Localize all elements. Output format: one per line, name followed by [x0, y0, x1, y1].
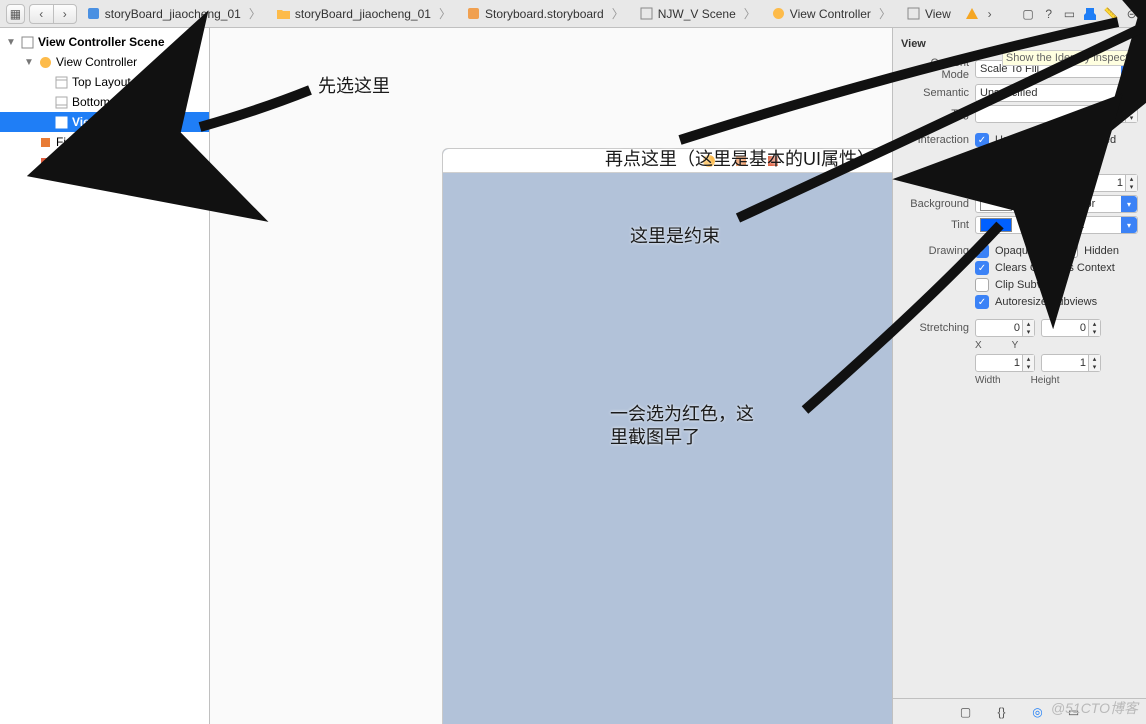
device-view[interactable] [442, 148, 893, 724]
vc-icon [772, 7, 786, 21]
connections-inspector-tab[interactable]: ⊝ [1123, 3, 1140, 25]
scene-dock [443, 149, 893, 173]
first-responder-icon[interactable] [734, 154, 748, 168]
code-snippet-tab[interactable]: {} [991, 701, 1013, 723]
breadcrumb-view[interactable]: View [901, 7, 957, 21]
outline-exit[interactable]: Exit [0, 152, 209, 172]
label-stretching: Stretching [901, 322, 969, 334]
label-semantic: Semantic [901, 87, 969, 99]
folder-icon [277, 7, 291, 21]
file-inspector-tab[interactable]: ▢ [1020, 3, 1037, 25]
label-interaction: Interaction [901, 134, 969, 146]
label-tint: Tint [901, 219, 969, 231]
outline-view[interactable]: View [0, 112, 209, 132]
multiple-touch-checkbox[interactable] [975, 150, 989, 164]
stretch-w-field[interactable]: 1▴▾ [975, 354, 1035, 372]
opaque-checkbox[interactable]: ✓ [975, 244, 989, 258]
outline-vc[interactable]: ▼View Controller [0, 52, 209, 72]
hidden-checkbox[interactable] [1064, 244, 1078, 258]
stepper-icon[interactable]: ▴▾ [1088, 355, 1100, 371]
outline-bottom-guide[interactable]: Bottom Layout… [0, 92, 209, 112]
object-library-tab[interactable]: ◎ [1027, 701, 1049, 723]
help-inspector-tab[interactable]: ? [1040, 3, 1057, 25]
view-icon [907, 7, 921, 21]
watermark: @51CTO博客 [1051, 698, 1138, 718]
stepper-icon[interactable]: ▴▾ [1022, 355, 1034, 371]
storyboard-icon [467, 7, 481, 21]
multiple-touch-label: Multiple Touch [995, 151, 1065, 163]
alpha-field[interactable]: 1▴▾ [975, 174, 1138, 192]
identity-inspector-tab[interactable]: ▭ [1061, 3, 1078, 25]
forward-button[interactable]: › [53, 4, 77, 24]
label-tag: Tag [901, 108, 969, 120]
file-template-tab[interactable]: ▢ [955, 701, 977, 723]
background-select[interactable]: White Color▾ [975, 195, 1138, 213]
vc-icon [38, 55, 52, 69]
color-swatch [980, 197, 1012, 211]
breadcrumb-folder[interactable]: storyBoard_jiaocheng_01〉 [271, 5, 457, 22]
inspector-panel: View Show the Identity inspector Content… [893, 28, 1146, 724]
attributes-inspector-tab[interactable] [1082, 3, 1099, 25]
stepper-icon[interactable]: ▴▾ [1125, 175, 1137, 191]
user-interaction-label: User Interaction Enabled [995, 134, 1116, 146]
tooltip-identity: Show the Identity inspector [1002, 50, 1142, 66]
stretch-y-field[interactable]: 0▴▾ [1041, 319, 1101, 337]
document-outline: ▼View Controller Scene ▼View Controller … [0, 28, 210, 724]
stretch-x-field[interactable]: 0▴▾ [975, 319, 1035, 337]
autoresize-checkbox[interactable]: ✓ [975, 295, 989, 309]
chevron-down-icon: ▾ [1121, 217, 1137, 233]
chevron-down-icon: ▾ [1121, 85, 1137, 101]
breadcrumb-project[interactable]: storyBoard_jiaocheng_01〉 [81, 5, 267, 22]
stepper-icon[interactable]: ▴▾ [1022, 320, 1034, 336]
view-icon [54, 115, 68, 129]
outline-first-responder[interactable]: First Responder [0, 132, 209, 152]
exit-icon[interactable] [766, 154, 780, 168]
breadcrumb-storyboard[interactable]: Storyboard.storyboard〉 [461, 5, 630, 22]
exit-icon [38, 155, 52, 169]
chevron-right-icon[interactable]: › [983, 4, 997, 24]
back-button[interactable]: ‹ [29, 4, 53, 24]
vc-icon[interactable] [702, 154, 716, 168]
size-inspector-tab[interactable]: 📏 [1103, 3, 1120, 25]
project-icon [87, 7, 101, 21]
breadcrumb-scene[interactable]: NJW_V Scene〉 [634, 5, 762, 22]
chevron-down-icon: ▾ [1121, 196, 1137, 212]
outline-scene[interactable]: ▼View Controller Scene [0, 32, 209, 52]
label-alpha: Alpha [901, 177, 969, 189]
stepper-icon[interactable]: ▴▾ [1088, 320, 1100, 336]
breadcrumb-vc[interactable]: View Controller〉 [766, 5, 897, 22]
stretch-h-field[interactable]: 1▴▾ [1041, 354, 1101, 372]
related-items-button[interactable]: ▦ [6, 4, 25, 24]
user-interaction-checkbox[interactable]: ✓ [975, 133, 989, 147]
clears-context-checkbox[interactable]: ✓ [975, 261, 989, 275]
scene-icon [640, 7, 654, 21]
label-background: Background [901, 198, 969, 210]
layout-guide-icon [54, 75, 68, 89]
jump-bar: ▦ ‹ › storyBoard_jiaocheng_01〉 storyBoar… [0, 0, 1146, 28]
clip-subviews-checkbox[interactable] [975, 278, 989, 292]
history-nav: ‹ › [29, 4, 77, 24]
warning-icon[interactable] [965, 7, 979, 21]
semantic-select[interactable]: Unspecified▾ [975, 84, 1138, 102]
label-drawing: Drawing [901, 245, 969, 257]
outline-top-guide[interactable]: Top Layout Guide [0, 72, 209, 92]
color-swatch [980, 218, 1012, 232]
scene-icon [20, 35, 34, 49]
first-responder-icon [38, 135, 52, 149]
layout-guide-icon [54, 95, 68, 109]
label-content-mode: Content Mode [901, 57, 969, 81]
tint-select[interactable]: Default▾ [975, 216, 1138, 234]
tag-field[interactable]: 0▴▾ [975, 105, 1138, 123]
canvas[interactable] [210, 28, 893, 724]
stepper-icon[interactable]: ▴▾ [1125, 106, 1137, 122]
